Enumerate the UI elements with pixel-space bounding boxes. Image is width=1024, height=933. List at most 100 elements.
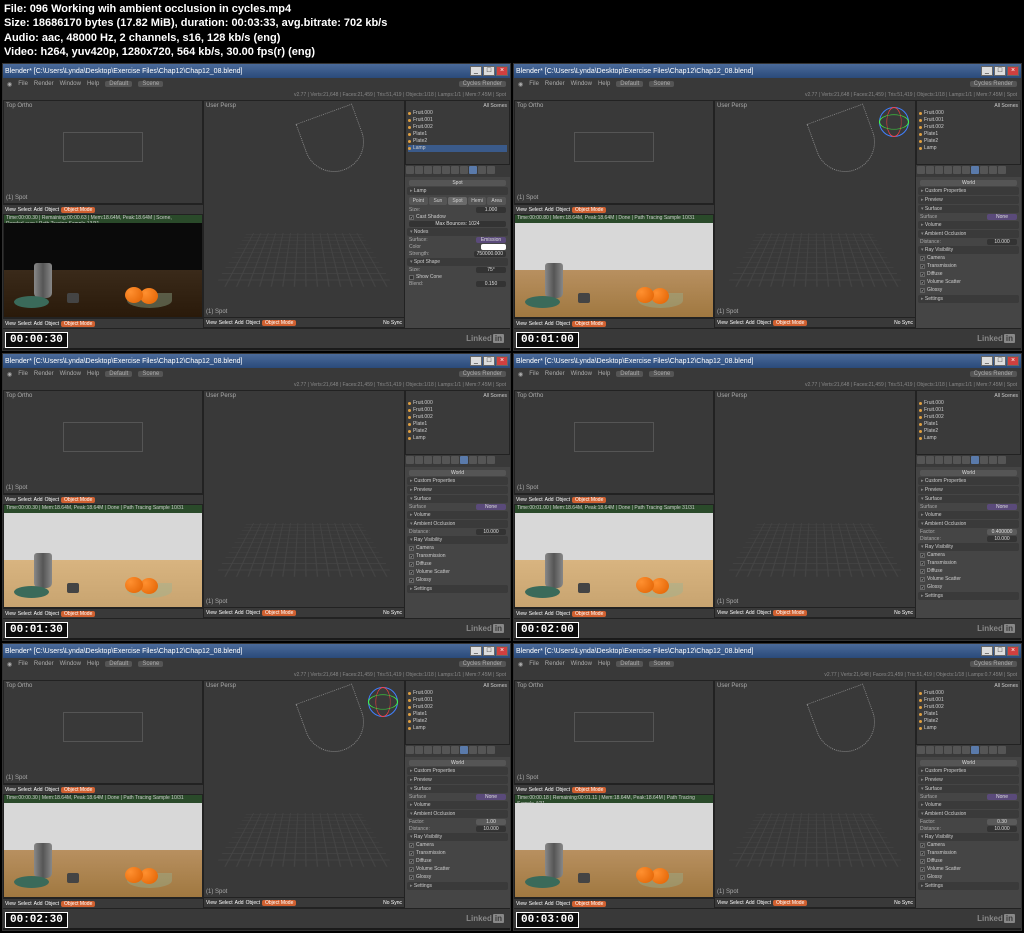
vmenu-select[interactable]: Select bbox=[18, 787, 32, 793]
vmenu2-object[interactable]: Object bbox=[45, 321, 59, 327]
props-tab-icon[interactable] bbox=[944, 746, 952, 754]
outliner-item[interactable]: Fruit.000 bbox=[919, 400, 1018, 407]
outliner-item[interactable]: Plate1 bbox=[408, 711, 507, 718]
spot-shape-panel[interactable]: Spot Shape bbox=[407, 258, 508, 266]
props-tab-icon[interactable] bbox=[487, 746, 495, 754]
camera-check[interactable]: Camera bbox=[920, 842, 968, 848]
close-button[interactable]: × bbox=[496, 356, 508, 366]
transmission-check[interactable]: Transmission bbox=[409, 553, 457, 559]
vmenu2-view[interactable]: View bbox=[5, 321, 16, 327]
glossy-check[interactable]: Glossy bbox=[409, 874, 457, 880]
props-tab-icon[interactable] bbox=[980, 456, 988, 464]
vmenu-select[interactable]: Select bbox=[18, 497, 32, 503]
ray-vis-panel[interactable]: Ray Visibility bbox=[407, 833, 508, 841]
props-tab-icon[interactable] bbox=[962, 746, 970, 754]
props-tab-icon[interactable] bbox=[415, 166, 423, 174]
minimize-button[interactable]: _ bbox=[470, 646, 482, 656]
object-mode-selector[interactable]: Object Mode bbox=[262, 320, 296, 326]
vmenu-view[interactable]: View bbox=[516, 497, 527, 503]
props-tab-icon[interactable] bbox=[971, 456, 979, 464]
glossy-check[interactable]: Glossy bbox=[920, 584, 968, 590]
vmenu2-view[interactable]: View bbox=[516, 321, 527, 327]
outliner[interactable]: All Scenes Fruit.000Fruit.001Fruit.002Pl… bbox=[405, 390, 510, 455]
props-tab-icon[interactable] bbox=[980, 746, 988, 754]
outliner-item[interactable]: Fruit.000 bbox=[408, 690, 507, 697]
vmenu-select[interactable]: Select bbox=[529, 207, 543, 213]
props-tab-icon[interactable] bbox=[935, 746, 943, 754]
vmenu2-view[interactable]: View bbox=[516, 611, 527, 617]
preview-panel[interactable]: Preview bbox=[407, 486, 508, 494]
vmenu2-select[interactable]: Select bbox=[18, 611, 32, 617]
strength-value[interactable]: 750000.000 bbox=[474, 251, 506, 257]
object-mode-selector[interactable]: Object Mode bbox=[572, 207, 606, 213]
lamp-panel[interactable]: Lamp bbox=[407, 187, 508, 195]
scene-selector[interactable]: Scene bbox=[138, 371, 163, 377]
user-persp-viewport[interactable]: User Persp (1) Spot ViewSelectAddObject … bbox=[714, 100, 916, 328]
top-ortho-viewport[interactable]: Top Ortho (1) Spot bbox=[514, 100, 714, 204]
props-tab-icon[interactable] bbox=[469, 746, 477, 754]
ao-panel[interactable]: Ambient Occlusion bbox=[407, 520, 508, 528]
outliner-item[interactable]: Fruit.000 bbox=[919, 110, 1018, 117]
volume-panel[interactable]: Volume bbox=[407, 801, 508, 809]
blender-icon[interactable]: ◉ bbox=[7, 661, 12, 668]
top-ortho-viewport[interactable]: Top Ortho (1) Spot bbox=[3, 680, 203, 784]
ray-vis-panel[interactable]: Ray Visibility bbox=[407, 536, 508, 544]
scene-selector[interactable]: Scene bbox=[649, 661, 674, 667]
vmenu2-view[interactable]: View bbox=[5, 901, 16, 907]
transmission-check[interactable]: Transmission bbox=[409, 850, 457, 856]
transmission-check[interactable]: Transmission bbox=[920, 263, 968, 269]
vmenu2-add[interactable]: Add bbox=[34, 901, 43, 907]
custom-props-panel[interactable]: Custom Properties bbox=[918, 187, 1019, 195]
factor-value[interactable]: 0.400000 bbox=[987, 529, 1017, 535]
props-tab-icon[interactable] bbox=[442, 746, 450, 754]
object-mode-selector[interactable]: Object Mode bbox=[61, 787, 95, 793]
vmenu-object[interactable]: Object bbox=[556, 497, 570, 503]
outliner-item[interactable]: Plate1 bbox=[919, 131, 1018, 138]
surface-value[interactable]: None bbox=[476, 504, 506, 510]
props-tab-icon[interactable] bbox=[424, 746, 432, 754]
surface-panel[interactable]: Surface bbox=[918, 495, 1019, 503]
all-scenes-filter[interactable]: All Scenes bbox=[994, 393, 1018, 400]
object-mode-selector[interactable]: Object Mode bbox=[773, 320, 807, 326]
menu-render[interactable]: Render bbox=[34, 371, 54, 377]
surface-value[interactable]: None bbox=[476, 794, 506, 800]
spot-angle[interactable]: 75° bbox=[476, 267, 506, 273]
outliner-item[interactable]: Plate2 bbox=[919, 718, 1018, 725]
outliner-item[interactable]: Fruit.001 bbox=[408, 697, 507, 704]
minimize-button[interactable]: _ bbox=[981, 356, 993, 366]
scene-selector[interactable]: Scene bbox=[649, 371, 674, 377]
distance-value[interactable]: 10.000 bbox=[987, 826, 1017, 832]
render-viewport[interactable]: Time:00:00.30 | Remaining:00:00.63 | Mem… bbox=[3, 214, 203, 318]
vmenu2-select[interactable]: Select bbox=[18, 321, 32, 327]
no-sync[interactable]: No Sync bbox=[894, 320, 913, 326]
camera-check[interactable]: Camera bbox=[409, 545, 457, 551]
render-viewport[interactable]: Time:00:00.18 | Remaining:00:01.11 | Mem… bbox=[514, 794, 714, 898]
menu-window[interactable]: Window bbox=[60, 661, 81, 667]
object-mode-selector[interactable]: Object Mode bbox=[61, 321, 95, 327]
surface-panel[interactable]: Surface bbox=[407, 495, 508, 503]
layout-selector[interactable]: Default bbox=[105, 81, 132, 87]
distance-value[interactable]: 10.000 bbox=[987, 536, 1017, 542]
props-tab-icon[interactable] bbox=[469, 166, 477, 174]
props-tab-icon[interactable] bbox=[989, 166, 997, 174]
vmenu2-object[interactable]: Object bbox=[556, 321, 570, 327]
outliner-item[interactable]: Plate2 bbox=[408, 718, 507, 725]
menu-render[interactable]: Render bbox=[34, 661, 54, 667]
close-button[interactable]: × bbox=[496, 646, 508, 656]
outliner[interactable]: All Scenes Fruit.000Fruit.001Fruit.002Pl… bbox=[916, 390, 1021, 455]
maximize-button[interactable]: □ bbox=[994, 66, 1006, 76]
outliner-item[interactable]: Plate2 bbox=[408, 428, 507, 435]
menu-help[interactable]: Help bbox=[87, 661, 99, 667]
engine-selector[interactable]: Cycles Render bbox=[459, 81, 506, 87]
props-tab-icon[interactable] bbox=[478, 456, 486, 464]
props-tab-icon[interactable] bbox=[487, 166, 495, 174]
render-viewport[interactable]: Time:00:00.80 | Mem:18.64M, Peak:18.64M … bbox=[514, 214, 714, 318]
props-tab-icon[interactable] bbox=[487, 456, 495, 464]
minimize-button[interactable]: _ bbox=[470, 66, 482, 76]
vmenu-select[interactable]: Select bbox=[529, 497, 543, 503]
user-persp-viewport[interactable]: User Persp (1) Spot ViewSelectAddObject … bbox=[203, 680, 405, 908]
props-tab-icon[interactable] bbox=[460, 456, 468, 464]
user-persp-viewport[interactable]: User Persp (1) Spot ViewSelectAddObject … bbox=[203, 390, 405, 618]
vmenu2-object[interactable]: Object bbox=[556, 611, 570, 617]
ray-vis-panel[interactable]: Ray Visibility bbox=[918, 833, 1019, 841]
